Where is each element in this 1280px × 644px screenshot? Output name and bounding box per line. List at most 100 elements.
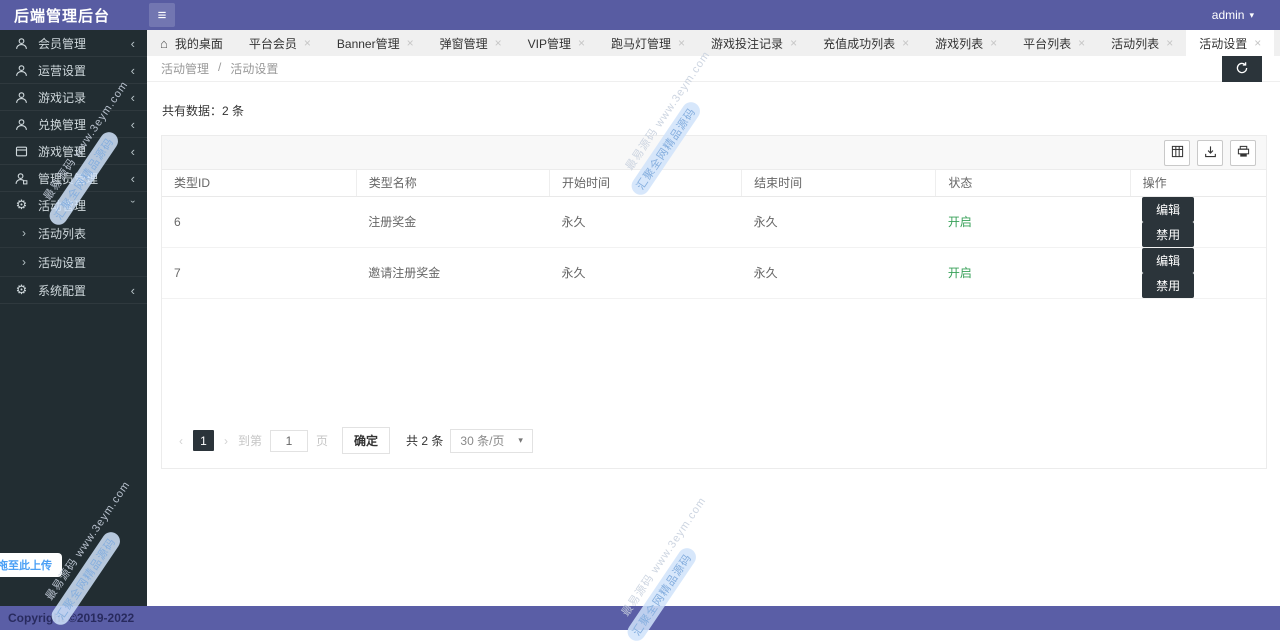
breadcrumb: 活动管理 / 活动设置 (161, 60, 278, 77)
gear-icon: ⚙ (14, 283, 29, 297)
column-header-end-time: 结束时间 (742, 170, 936, 196)
next-page-icon[interactable]: › (219, 434, 233, 448)
close-icon[interactable]: × (1078, 36, 1085, 50)
breadcrumb-current: 活动设置 (230, 60, 278, 77)
column-header-type-id: 类型ID (162, 170, 356, 196)
sidebar-item-system-config[interactable]: ⚙ 系统配置 ‹ (0, 277, 147, 304)
sidebar-subitem-label: 活动列表 (38, 225, 86, 242)
tab-game-bet-records[interactable]: 游戏投注记录 × (698, 30, 810, 56)
close-icon[interactable]: × (790, 36, 797, 50)
tab-banner-management[interactable]: Banner管理 × (324, 30, 427, 56)
footer-bar: Copyright ©2019-2022 (0, 606, 1280, 630)
tab-my-desktop[interactable]: ⌂ 我的桌面 (147, 30, 236, 56)
sidebar-item-game-records[interactable]: 游戏记录 ‹ (0, 84, 147, 111)
user-icon (14, 117, 29, 131)
close-icon[interactable]: × (902, 36, 909, 50)
home-icon: ⌂ (160, 36, 168, 51)
close-icon[interactable]: × (304, 36, 311, 50)
tab-platform-members[interactable]: 平台会员 × (236, 30, 324, 56)
table-empty-space (162, 299, 1266, 420)
close-icon[interactable]: × (407, 36, 414, 50)
sidebar-item-activity-management[interactable]: ⚙ 活动管理 ˇ (0, 192, 147, 219)
drag-upload-hint[interactable]: 拖至此上传 (0, 553, 62, 577)
current-page-button[interactable]: 1 (193, 430, 214, 451)
sidebar-item-exchange-management[interactable]: 兑换管理 ‹ (0, 111, 147, 138)
disable-button[interactable]: 禁用 (1142, 273, 1194, 298)
tab-popup-management[interactable]: 弹窗管理 × (427, 30, 515, 56)
tab-activity-settings[interactable]: 活动设置 × (1186, 30, 1274, 56)
app-title: 后端管理后台 (0, 5, 147, 26)
cell-start-time: 永久 (549, 247, 741, 298)
sidebar-subitem-label: 活动设置 (38, 254, 86, 271)
status-badge: 开启 (936, 247, 1130, 298)
sidebar-item-admin-management[interactable]: 管理员管理 ‹ (0, 165, 147, 192)
refresh-button[interactable] (1222, 56, 1262, 82)
hamburger-icon: ≡ (158, 7, 167, 24)
goto-page-label: 到第 (238, 432, 262, 449)
breadcrumb-separator: / (218, 60, 221, 77)
export-button[interactable] (1197, 140, 1223, 166)
print-icon (1237, 145, 1250, 161)
hamburger-menu-button[interactable]: ≡ (149, 3, 175, 27)
export-icon (1204, 145, 1217, 161)
tab-label: 我的桌面 (175, 35, 223, 52)
sidebar-item-activity-settings[interactable]: › 活动设置 (0, 248, 147, 277)
confirm-page-button[interactable]: 确定 (342, 427, 390, 454)
sidebar-item-member-management[interactable]: 会员管理 ‹ (0, 30, 147, 57)
cell-type-name: 注册奖金 (356, 196, 549, 247)
tab-label: 游戏列表 (935, 35, 983, 52)
chevron-down-icon: ˇ (131, 199, 135, 212)
user-dropdown[interactable]: admin ▾ (1212, 8, 1254, 22)
chevron-left-icon: ‹ (131, 64, 135, 77)
chevron-left-icon: ‹ (131, 118, 135, 131)
print-button[interactable] (1230, 140, 1256, 166)
tab-platform-list[interactable]: 平台列表 × (1010, 30, 1098, 56)
page-size-select[interactable]: 30 条/页 ▾ (450, 429, 533, 453)
tab-label: 活动设置 (1199, 35, 1247, 52)
sidebar-item-label: 管理员管理 (38, 170, 98, 187)
tab-activity-list[interactable]: 活动列表 × (1098, 30, 1186, 56)
prev-page-icon[interactable]: ‹ (174, 434, 188, 448)
sidebar-item-operations-settings[interactable]: 运营设置 ‹ (0, 57, 147, 84)
close-icon[interactable]: × (1166, 36, 1173, 50)
user-icon (14, 171, 29, 185)
table-toolbar (162, 136, 1266, 170)
column-header-actions: 操作 (1130, 170, 1266, 196)
cell-start-time: 永久 (549, 196, 741, 247)
breadcrumb-parent[interactable]: 活动管理 (161, 60, 209, 77)
close-icon[interactable]: × (678, 36, 685, 50)
table-row: 7 邀请注册奖金 永久 永久 开启 编辑 禁用 (162, 247, 1266, 298)
edit-button[interactable]: 编辑 (1142, 197, 1194, 222)
edit-button[interactable]: 编辑 (1142, 248, 1194, 273)
cell-actions: 编辑 禁用 (1130, 247, 1266, 298)
tab-label: 充值成功列表 (823, 35, 895, 52)
page-unit-label: 页 (316, 432, 328, 449)
tab-game-list[interactable]: 游戏列表 × (922, 30, 1010, 56)
chevron-left-icon: ‹ (131, 145, 135, 158)
sidebar-item-activity-list[interactable]: › 活动列表 (0, 219, 147, 248)
close-icon[interactable]: × (495, 36, 502, 50)
tab-marquee-management[interactable]: 跑马灯管理 × (598, 30, 698, 56)
disable-button[interactable]: 禁用 (1142, 222, 1194, 247)
sidebar-item-game-management[interactable]: 游戏管理 ‹ (0, 138, 147, 165)
page-number-input[interactable] (270, 430, 308, 452)
window-icon (14, 144, 29, 158)
close-icon[interactable]: × (1254, 36, 1261, 50)
total-count-label: 共 2 条 (406, 432, 443, 449)
tab-label: 平台列表 (1023, 35, 1071, 52)
refresh-icon (1235, 61, 1249, 78)
cell-actions: 编辑 禁用 (1130, 196, 1266, 247)
close-icon[interactable]: × (990, 36, 997, 50)
chevron-left-icon: ‹ (131, 91, 135, 104)
filter-columns-button[interactable] (1164, 140, 1190, 166)
caret-down-icon: ▾ (1249, 10, 1254, 21)
sidebar-item-label: 系统配置 (38, 282, 86, 299)
tab-label: 平台会员 (249, 35, 297, 52)
tab-recharge-success-list[interactable]: 充值成功列表 × (810, 30, 922, 56)
column-header-status: 状态 (936, 170, 1130, 196)
user-icon (14, 90, 29, 104)
cell-type-id: 7 (162, 247, 356, 298)
tab-vip-management[interactable]: VIP管理 × (515, 30, 598, 56)
top-header: 后端管理后台 ≡ admin ▾ (0, 0, 1280, 30)
close-icon[interactable]: × (578, 36, 585, 50)
